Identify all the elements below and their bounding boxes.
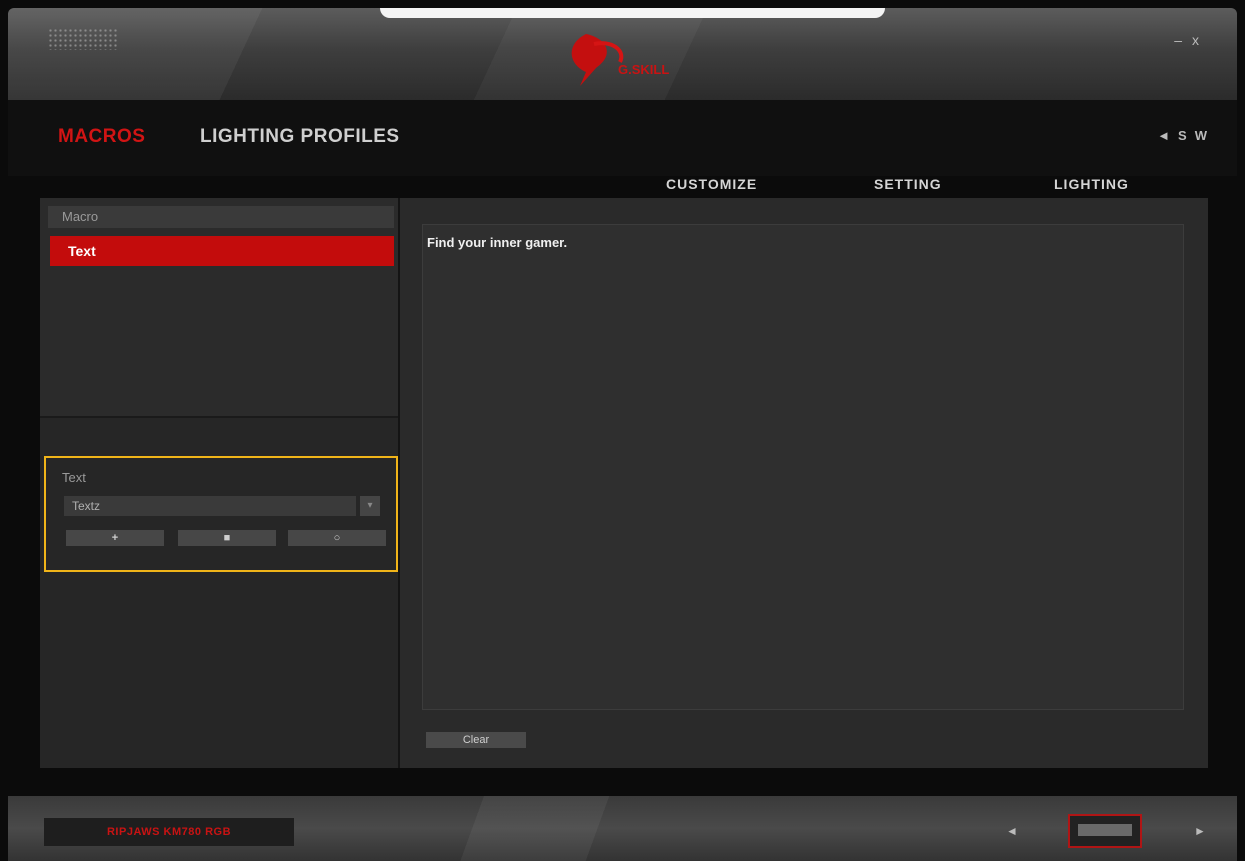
device-name-label: RIPJAWS KM780 RGB [44,818,294,846]
tab-macros[interactable]: MACROS [58,126,145,148]
delete-macro-button[interactable]: ■ [178,530,276,546]
device-bar: RIPJAWS KM780 RGB ◄ ► [8,796,1237,861]
content-area: Macro Text Text ▾ + ■ ○ Find your inner … [40,198,1208,768]
next-device-arrow-icon[interactable]: ► [1194,824,1206,838]
text-editor-panel: Find your inner gamer. Clear [400,198,1208,768]
macro-list-header: Macro [48,206,394,228]
macro-sidebar: Macro Text Text ▾ + ■ ○ [40,198,400,768]
header-controls: ◄ S W [1157,128,1207,143]
macro-name-input[interactable] [64,496,356,516]
tab-customize[interactable]: CUSTOMIZE [666,176,757,192]
header-control-s[interactable]: S [1178,128,1187,143]
macro-list-item-selected[interactable]: Text [50,236,394,266]
tab-lighting[interactable]: LIGHTING [1054,176,1129,192]
drag-grip-icon[interactable] [48,28,118,50]
close-button[interactable]: x [1192,32,1199,48]
clear-button[interactable]: Clear [426,732,526,748]
macro-text-area[interactable]: Find your inner gamer. [422,224,1184,710]
tab-lighting-profiles[interactable]: LIGHTING PROFILES [200,126,400,148]
keyboard-icon [1078,824,1132,836]
title-notch [380,8,885,18]
main-nav: MACROS LIGHTING PROFILES ◄ S W CUSTOMIZE… [8,100,1237,192]
chevron-down-icon[interactable]: ▾ [360,496,380,516]
keyboard-device-icon[interactable] [1068,814,1142,848]
title-bar: G.SKILL – x [8,8,1237,100]
macro-text-content[interactable]: Find your inner gamer. [427,235,567,250]
prev-device-arrow-icon[interactable]: ◄ [1006,824,1018,838]
macro-editor: Text ▾ + ■ ○ [44,456,398,572]
header-control-w[interactable]: W [1195,128,1207,143]
macro-type-label: Text [62,470,86,485]
svg-text:G.SKILL: G.SKILL [618,62,669,77]
macro-list: Macro Text [40,198,398,418]
gskill-logo: G.SKILL [571,34,669,86]
minimize-button[interactable]: – [1174,32,1182,48]
add-macro-button[interactable]: + [66,530,164,546]
reset-macro-button[interactable]: ○ [288,530,386,546]
tab-setting[interactable]: SETTING [874,176,942,192]
back-arrow-icon[interactable]: ◄ [1157,128,1170,143]
window-controls: – x [1174,32,1199,48]
